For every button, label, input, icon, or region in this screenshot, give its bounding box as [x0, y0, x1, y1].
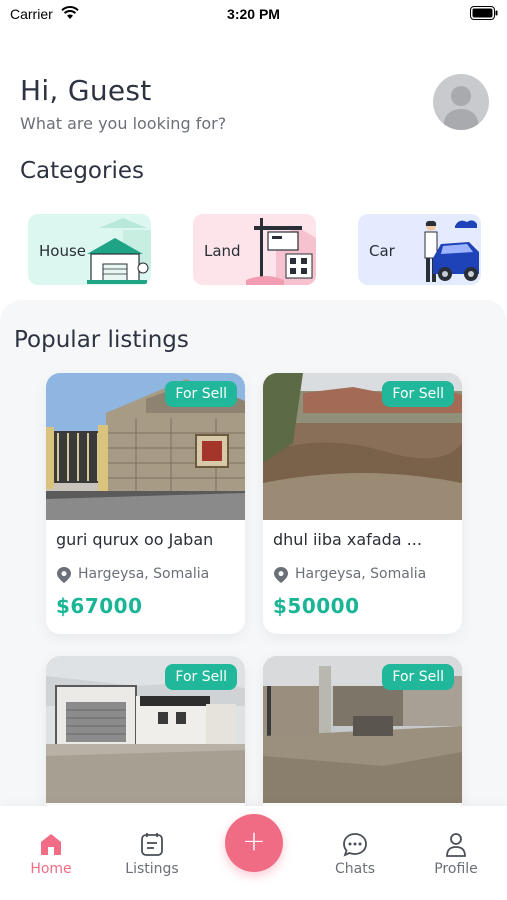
- category-label: House: [39, 242, 87, 260]
- status-badge: For Sell: [165, 664, 237, 690]
- listing-location: Hargeysa, Somalia: [295, 566, 427, 582]
- listing-card[interactable]: For Sell: [46, 656, 245, 816]
- house-icon: [87, 218, 151, 284]
- greeting-subtitle: What are you looking for?: [20, 114, 227, 133]
- listing-location: Hargeysa, Somalia: [78, 566, 210, 582]
- home-icon: [41, 834, 61, 855]
- status-badge: For Sell: [382, 664, 454, 690]
- popular-heading: Popular listings: [14, 327, 189, 353]
- clock: 3:20 PM: [227, 6, 280, 22]
- tab-label: Home: [30, 861, 72, 877]
- tab-label: Chats: [334, 861, 375, 877]
- location-pin-icon: [274, 567, 288, 583]
- listing-price: $50000: [273, 594, 360, 618]
- listing-title: guri qurux oo Jaban: [56, 530, 214, 549]
- add-listing-button[interactable]: +: [225, 814, 283, 872]
- listing-card[interactable]: For Sell: [263, 656, 462, 816]
- land-sign-icon: [246, 218, 316, 285]
- person-icon: [446, 833, 466, 857]
- status-bar: Carrier 3:20 PM: [0, 0, 507, 30]
- category-land[interactable]: Land: [193, 214, 316, 285]
- tab-label: Listings: [125, 861, 179, 877]
- category-house[interactable]: House: [28, 214, 151, 285]
- calendar-list-icon: [141, 833, 163, 856]
- user-placeholder-icon: [443, 86, 479, 130]
- battery-icon: [470, 6, 498, 20]
- categories-heading: Categories: [20, 158, 144, 184]
- category-car[interactable]: Car: [358, 214, 481, 285]
- listing-title: dhul iiba xafada ...: [273, 530, 422, 549]
- listing-price: $67000: [56, 594, 143, 618]
- avatar[interactable]: [433, 74, 489, 130]
- category-label: Land: [204, 242, 241, 260]
- tab-label: Profile: [434, 861, 478, 877]
- listing-card[interactable]: For Sell dhul iiba xafada ... Hargeysa, …: [263, 373, 462, 634]
- plus-icon: +: [242, 824, 266, 857]
- chat-bubble-icon: [343, 833, 367, 857]
- car-icon: [424, 220, 479, 282]
- status-badge: For Sell: [165, 381, 237, 407]
- location-pin-icon: [57, 567, 71, 583]
- listing-card[interactable]: For Sell guri qurux oo Jaban Hargeysa, S…: [46, 373, 245, 634]
- category-label: Car: [369, 242, 395, 260]
- status-badge: For Sell: [382, 381, 454, 407]
- greeting-title: Hi, Guest: [20, 74, 152, 107]
